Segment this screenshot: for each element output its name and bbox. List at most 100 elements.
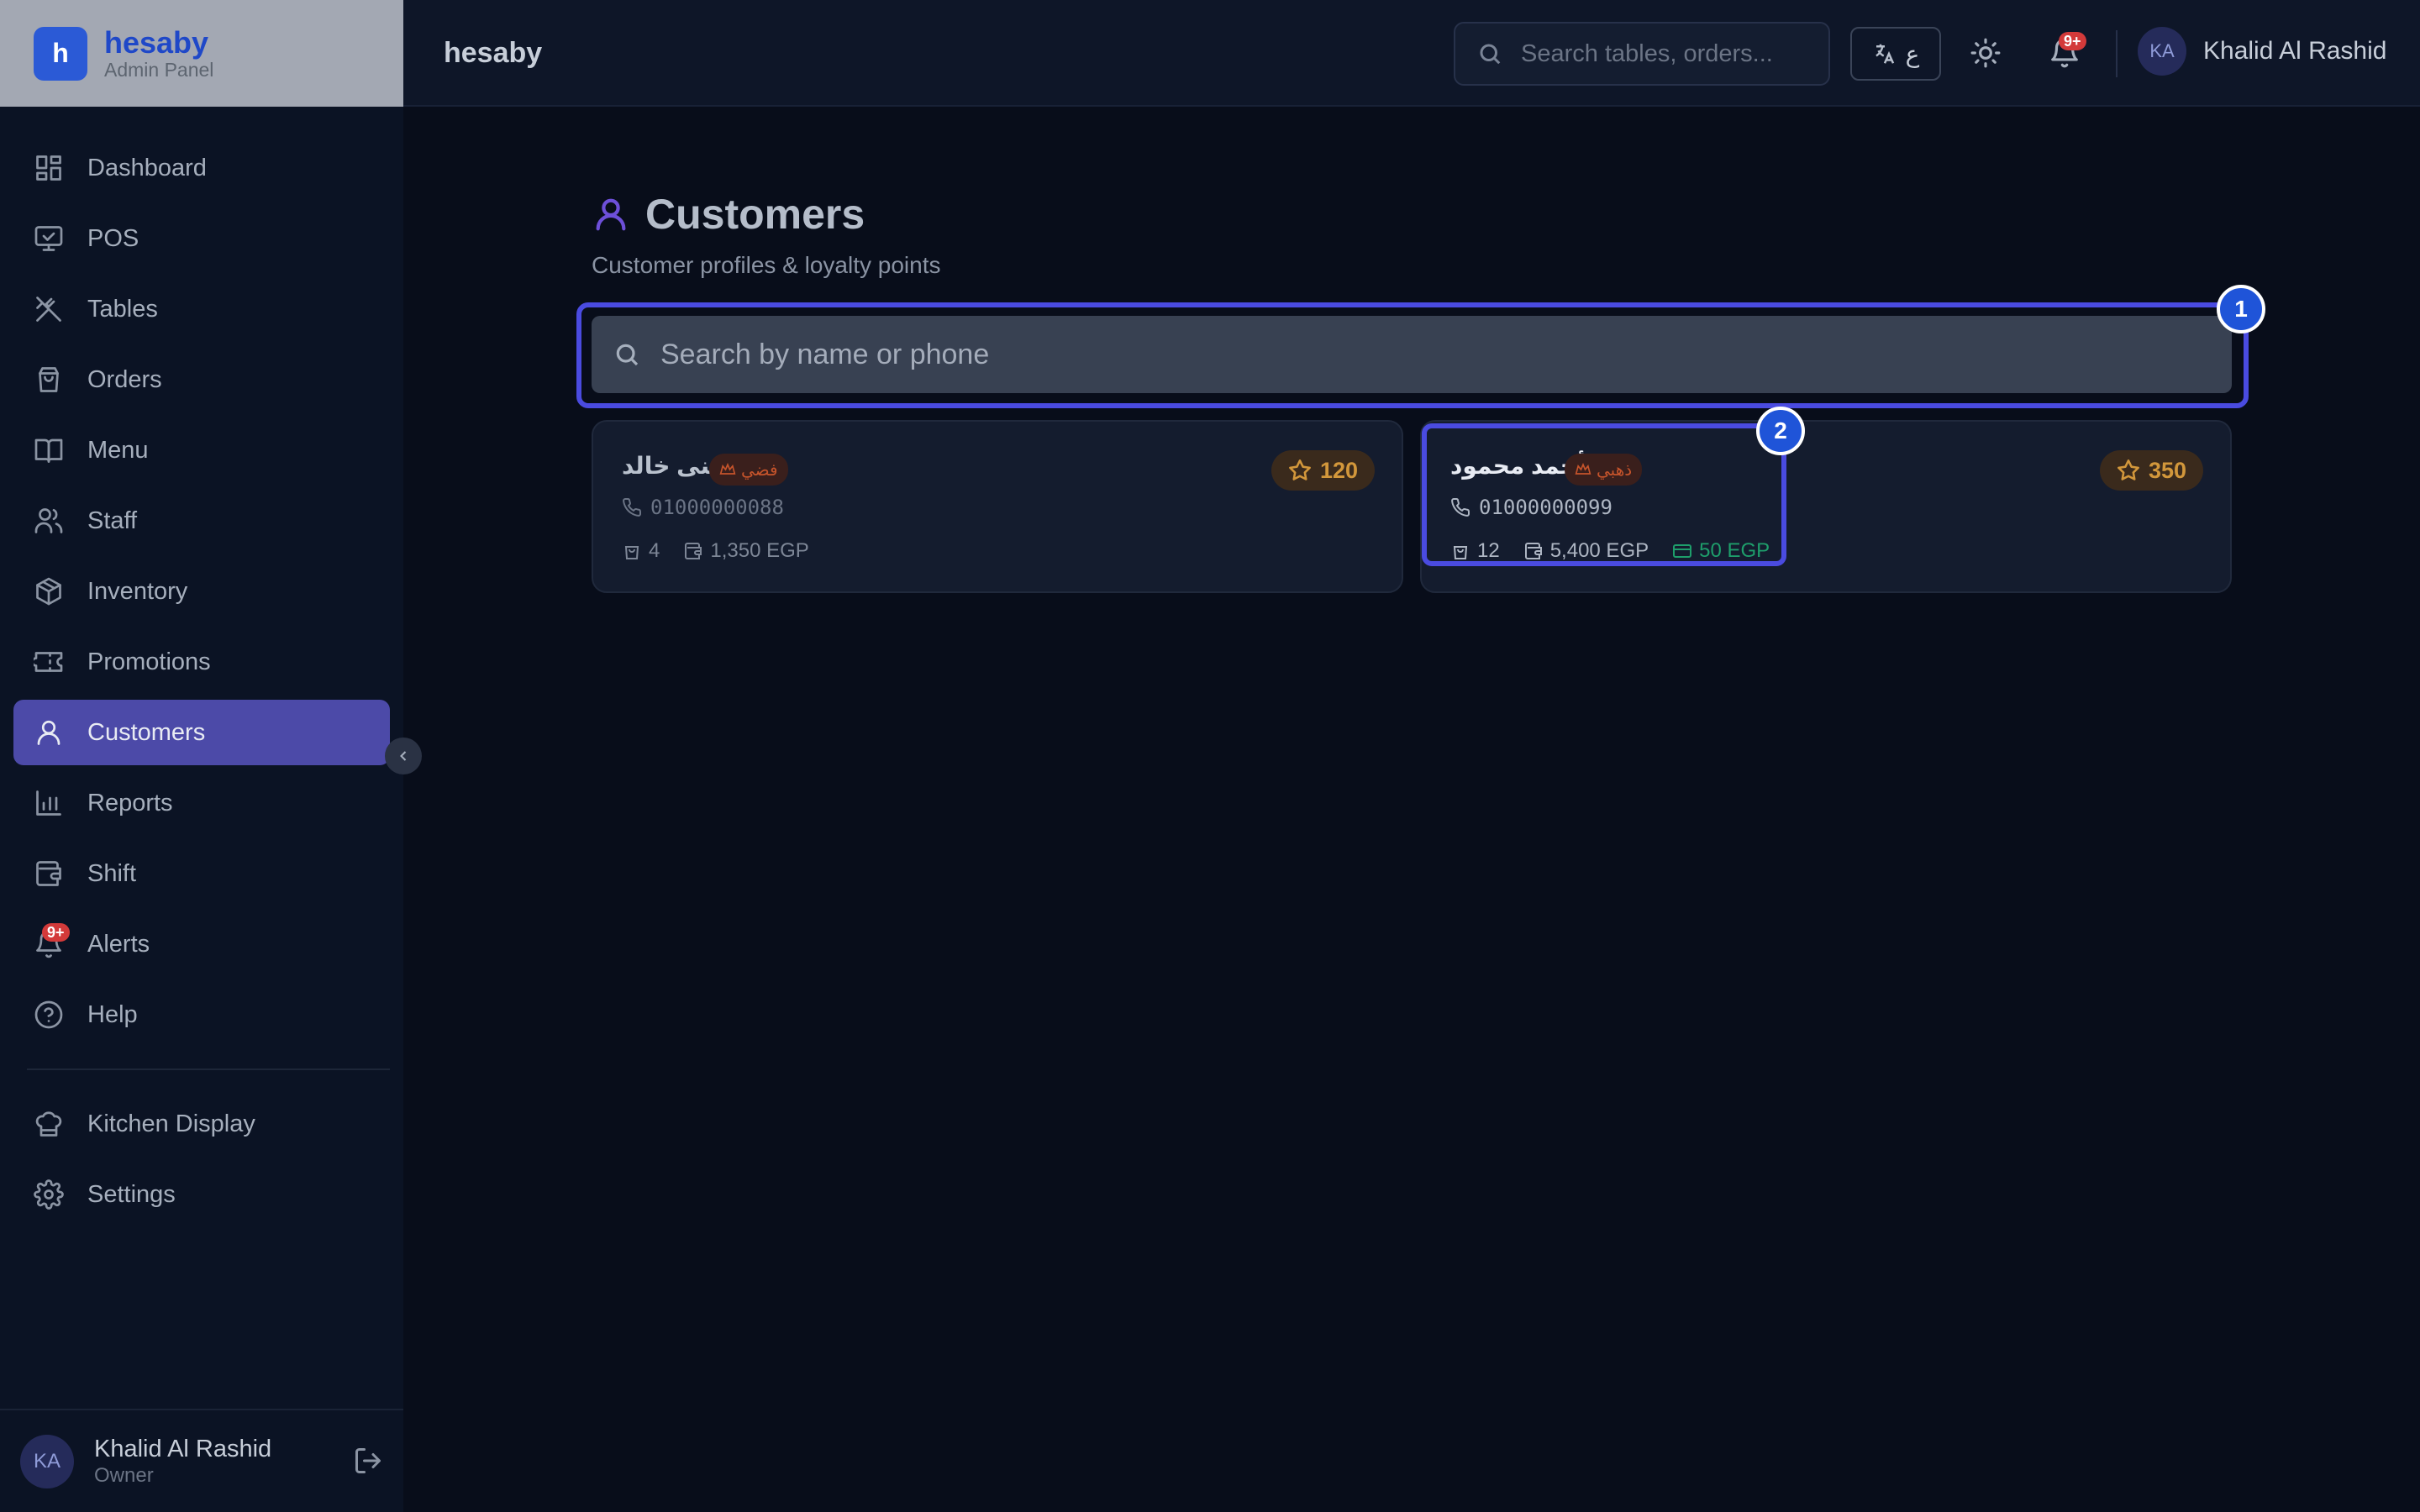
brand-subtitle: Admin Panel (104, 58, 214, 81)
sidebar-item-shift[interactable]: Shift (13, 841, 390, 906)
points-value: 350 (2148, 457, 2186, 483)
sun-icon (1970, 38, 2001, 68)
marker-2: 2 (1756, 407, 1805, 455)
bar-chart-icon (36, 790, 61, 816)
user-icon (37, 720, 60, 745)
brand-name: hesaby (104, 24, 209, 60)
sidebar-item-kitchen-display[interactable]: Kitchen Display (13, 1091, 390, 1157)
sidebar-item-label: Customers (87, 718, 206, 746)
gear-icon (34, 1179, 64, 1210)
search-icon (1480, 44, 1501, 65)
brand-header[interactable]: h hesaby Admin Panel (0, 0, 403, 107)
page-title: Customers (645, 191, 865, 238)
topbar-divider (2116, 30, 2118, 77)
sidebar-item-alerts[interactable]: 9+ Alerts (13, 911, 390, 977)
chevron-left-icon (400, 751, 407, 761)
brand-logo: h (34, 26, 87, 81)
global-search-placeholder: Search tables, orders... (1521, 39, 1773, 67)
wallet-icon (36, 861, 61, 886)
star-icon (2117, 459, 2139, 480)
orders-count: 4 (649, 539, 660, 562)
customer-search-placeholder: Search by name or phone (660, 338, 990, 370)
language-label: ع (1905, 40, 1920, 67)
sidebar-item-pos[interactable]: POS (13, 206, 390, 271)
user-name: Khalid Al Rashid (94, 1435, 272, 1462)
help-circle-icon (34, 1000, 63, 1029)
sidebar-item-label: Help (87, 1000, 138, 1028)
tier-label: فضي (741, 460, 778, 480)
sidebar-item-label: Tables (87, 295, 158, 323)
sidebar-item-promotions[interactable]: Promotions (13, 629, 390, 695)
monitor-icon (34, 226, 63, 251)
sidebar-item-label: POS (87, 224, 139, 252)
package-icon (36, 577, 61, 606)
notification-badge: 9+ (2059, 32, 2086, 50)
language-toggle-button[interactable]: ع (1850, 27, 1941, 81)
crown-icon (719, 463, 736, 475)
tier-badge: فضي (709, 454, 788, 486)
translate-icon (1875, 44, 1894, 64)
sidebar-collapse-button[interactable] (385, 738, 422, 774)
chef-hat-icon (35, 1111, 62, 1137)
sidebar-item-label: Kitchen Display (87, 1110, 255, 1137)
page-subtitle: Customer profiles & loyalty points (592, 252, 941, 278)
sidebar-item-inventory[interactable]: Inventory (13, 559, 390, 624)
shopping-bag-icon (39, 367, 59, 392)
alerts-badge: 9+ (42, 923, 70, 942)
points-badge: 120 (1270, 450, 1375, 491)
points-badge: 350 (2099, 450, 2203, 491)
shopping-bag-icon (624, 546, 639, 559)
sidebar-item-help[interactable]: Help (13, 982, 390, 1047)
logout-icon (355, 1448, 381, 1473)
user-icon (596, 198, 626, 231)
star-icon (1288, 459, 1311, 480)
topbar-title: hesaby (444, 37, 543, 69)
users-icon (34, 508, 63, 533)
sidebar-item-label: Alerts (87, 930, 150, 958)
sidebar-item-customers[interactable]: Customers (13, 700, 390, 765)
sidebar-item-label: Shift (87, 859, 137, 887)
avatar: KA (2138, 27, 2186, 76)
sidebar-user: KA Khalid Al Rashid Owner (0, 1409, 403, 1512)
sidebar-item-tables[interactable]: Tables (13, 276, 390, 342)
sidebar-item-label: Orders (87, 365, 162, 393)
dashboard-icon (36, 155, 61, 181)
card-highlight-outline (1422, 423, 1786, 566)
search-icon (616, 344, 639, 366)
total-spent: 1,350 EGP (710, 539, 809, 562)
customers-page-icon (592, 195, 630, 234)
sidebar-divider (27, 1068, 390, 1070)
book-icon (34, 438, 63, 463)
avatar: KA (20, 1434, 74, 1488)
user-menu[interactable]: KA Khalid Al Rashid (2138, 27, 2386, 76)
customer-search-input[interactable]: Search by name or phone (592, 316, 2232, 393)
sidebar-item-label: Inventory (87, 577, 188, 605)
sidebar-item-menu[interactable]: Menu (13, 417, 390, 483)
customer-phone: 01000000088 (622, 496, 784, 519)
logout-button[interactable] (353, 1446, 383, 1476)
user-name: Khalid Al Rashid (2203, 37, 2387, 65)
sidebar-item-label: Reports (87, 789, 173, 816)
user-role: Owner (94, 1463, 154, 1487)
sidebar-item-settings[interactable]: Settings (13, 1162, 390, 1227)
utensils-icon (36, 297, 61, 322)
theme-toggle-button[interactable] (1970, 37, 2002, 69)
sidebar-item-staff[interactable]: Staff (13, 488, 390, 554)
sidebar-item-label: Staff (87, 507, 138, 534)
sidebar-item-orders[interactable]: Orders (13, 347, 390, 412)
customer-card[interactable]: منى خالد فضي 120 01000000088 4 1,350 EGP (592, 420, 1403, 593)
top-bar: hesaby Search tables, orders... ع 9+ KA … (403, 0, 2420, 107)
sidebar-item-label: Settings (87, 1180, 176, 1208)
sidebar-item-label: Promotions (87, 648, 211, 675)
ticket-icon (34, 652, 63, 672)
sidebar-item-label: Menu (87, 436, 149, 464)
sidebar-item-dashboard[interactable]: Dashboard (13, 135, 390, 201)
sidebar: Dashboard POS Tables Orders Menu Staff I… (0, 107, 403, 1512)
customer-stats: 4 1,350 EGP (622, 539, 833, 563)
marker-1: 1 (2217, 285, 2265, 333)
sidebar-item-reports[interactable]: Reports (13, 770, 390, 836)
global-search-input[interactable]: Search tables, orders... (1454, 22, 1830, 86)
sidebar-item-label: Dashboard (87, 154, 207, 181)
phone-number: 01000000088 (650, 496, 784, 519)
wallet-icon (685, 543, 702, 559)
